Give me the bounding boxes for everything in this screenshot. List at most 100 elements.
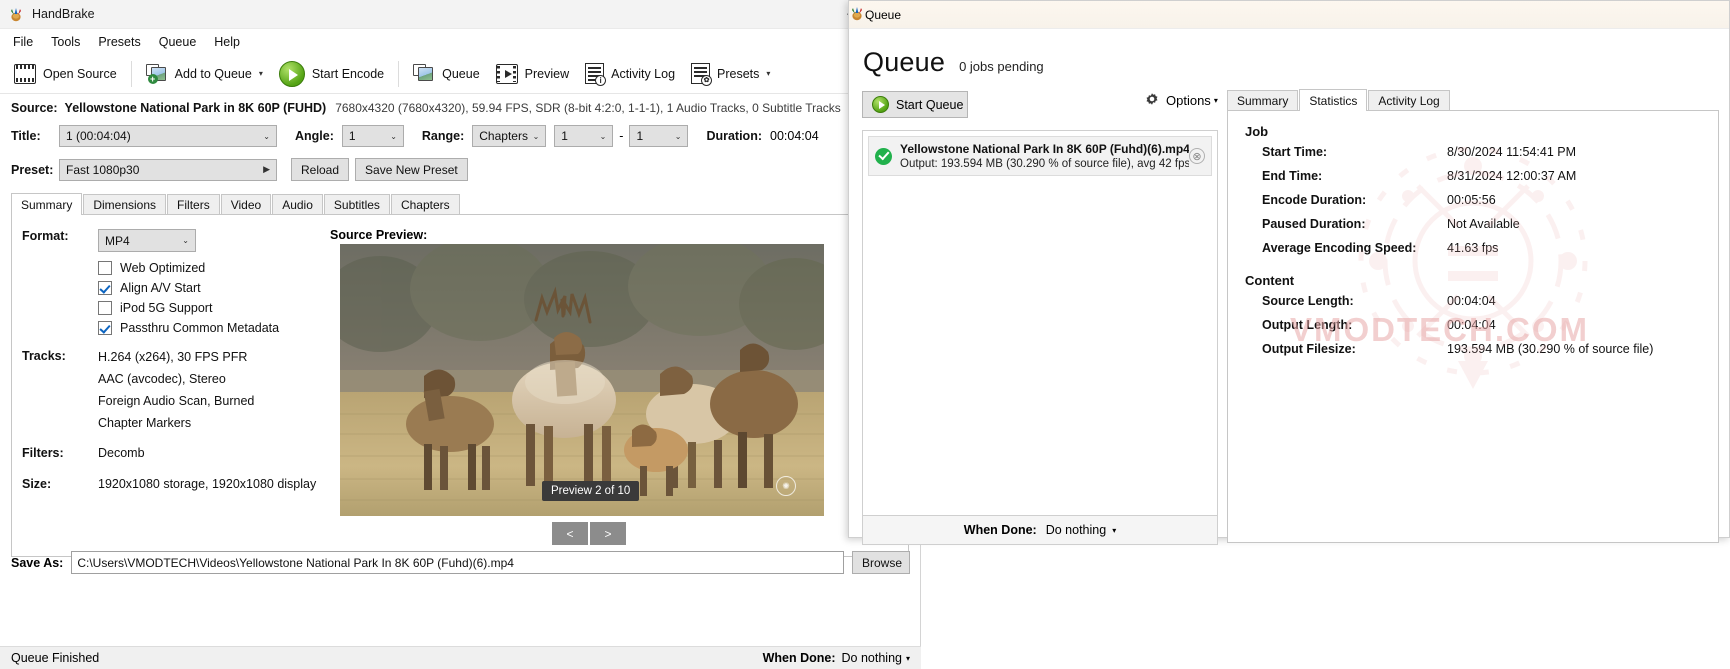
chevron-down-icon-status[interactable]: ▾ [906,654,910,663]
chevron-right-icon-preset: ▶ [263,164,270,174]
check-circle-icon [875,147,892,165]
queue-when-done-value[interactable]: Do nothing [1046,523,1106,537]
menu-queue[interactable]: Queue [150,32,206,52]
range-type-select[interactable]: Chapters ⌄ [472,125,547,147]
checkbox-box-align-av-start[interactable] [98,281,112,295]
handbrake-main-window: HandBrake — ❐ File Tools Presets Queue H… [0,0,921,669]
open-source-label: Open Source [43,66,117,81]
tab-dimensions[interactable]: Dimensions [83,194,167,215]
tracks-list: H.264 (x264), 30 FPS PFR AAC (avcodec), … [98,350,322,430]
checkbox-passthru-common-metadata[interactable]: Passthru Common Metadata [98,321,322,335]
checkbox-align-av-start[interactable]: Align A/V Start [98,281,322,295]
preset-select[interactable]: Fast 1080p30 ▶ [59,158,277,181]
presets-icon: ✿ [691,63,713,86]
range-dash: - [619,129,624,143]
range-label: Range: [421,129,465,143]
stat-row-end-time: End Time: 8/31/2024 12:00:37 AM [1262,169,1718,183]
format-row: Format: MP4 ⌄ [22,229,322,252]
stat-value: 8/31/2024 12:00:37 AM [1447,169,1577,183]
presets-button[interactable]: ✿ Presets ▾ [683,57,778,91]
queue-tab-summary[interactable]: Summary [1227,90,1299,111]
tab-chapters[interactable]: Chapters [390,194,460,215]
filters-value: Decomb [98,446,145,460]
stat-row-encode-duration: Encode Duration: 00:05:56 [1262,193,1718,207]
status-when-done-value[interactable]: Do nothing [842,651,902,665]
add-to-queue-button[interactable]: + Add to Queue ▾ [138,57,271,91]
stat-key: End Time: [1262,169,1323,183]
status-text: Queue Finished [11,651,100,665]
presets-label: Presets [717,66,760,81]
save-as-row: Save As: Browse [11,551,910,574]
queue-titlebar: Queue [849,1,1729,29]
queue-button[interactable]: Queue [405,57,488,91]
duration-label: Duration: [706,129,762,143]
size-value: 1920x1080 storage, 1920x1080 display [98,477,317,491]
stat-value: 00:04:04 [1447,318,1496,332]
play-icon [278,60,305,87]
queue-job-text: Yellowstone National Park In 8K 60P (Fuh… [900,142,1189,170]
stat-value: 8/30/2024 11:54:41 PM [1447,145,1577,159]
tab-video[interactable]: Video [220,194,272,215]
open-source-button[interactable]: Open Source [6,57,125,91]
checkbox-box-ipod-5g-support[interactable] [98,301,112,315]
start-queue-button[interactable]: Start Queue [862,91,968,118]
range-from-value: 1 [561,129,568,143]
tab-filters[interactable]: Filters [167,194,220,215]
angle-select[interactable]: 1 ⌄ [341,125,404,147]
menu-help[interactable]: Help [205,32,249,52]
preset-label: Preset: [11,162,54,177]
stat-value: 193.594 MB (30.290 % of source file) [1447,342,1654,356]
source-preview-label: Source Preview: [330,228,428,242]
activity-log-button[interactable]: i Activity Log [577,57,683,91]
chevron-down-icon[interactable]: ▾ [259,69,263,78]
toolbar-separator [130,60,132,87]
queue-tab-activity-log[interactable]: Activity Log [1368,90,1450,111]
stat-row-output-length: Output Length: 00:04:04 [1262,318,1718,332]
chevron-down-icon-when-done[interactable]: ▾ [1112,526,1116,535]
reload-button[interactable]: Reload [291,158,350,181]
checkbox-box-web-optimized[interactable] [98,261,112,275]
preview-button[interactable]: Preview [488,57,577,91]
queue-tab-statistics[interactable]: Statistics [1299,89,1368,111]
save-as-label: Save As: [11,555,64,570]
save-as-input[interactable] [71,551,844,574]
queue-icon [413,63,435,84]
tab-subtitles[interactable]: Subtitles [323,194,390,215]
menu-presets[interactable]: Presets [89,32,149,52]
tab-summary[interactable]: Summary [11,193,83,215]
range-to-value: 1 [636,129,644,143]
checkbox-box-passthru-common-metadata[interactable] [98,321,112,335]
queue-options-button[interactable]: Options ▾ [1144,92,1218,108]
save-new-preset-button[interactable]: Save New Preset [355,158,468,181]
preview-prev-button[interactable]: < [552,522,588,545]
queue-window: Queue Queue 0 jobs pending Start Queue O… [848,0,1730,545]
tab-audio[interactable]: Audio [272,194,323,215]
main-window-title: HandBrake [32,7,95,21]
queue-job-list[interactable]: Yellowstone National Park In 8K 60P (Fuh… [862,130,1218,516]
track-item: H.264 (x264), 30 FPS PFR [98,350,248,364]
chevron-down-icon-presets[interactable]: ▾ [766,69,770,78]
queue-when-done-label: When Done: [963,523,1037,537]
chevron-down-icon-from: ⌄ [599,131,607,141]
browse-button[interactable]: Browse [852,551,910,574]
menu-file[interactable]: File [4,32,42,52]
checkbox-web-optimized[interactable]: Web Optimized [98,261,322,275]
checkbox-ipod-5g-support[interactable]: iPod 5G Support [98,301,322,315]
title-select[interactable]: 1 (00:04:04) ⌄ [59,125,277,147]
angle-select-value: 1 [348,129,356,143]
preview-next-button[interactable]: > [590,522,626,545]
preset-select-value: Fast 1080p30 [66,162,140,177]
close-icon[interactable]: ⊗ [1189,148,1205,164]
range-to-select[interactable]: 1 ⌄ [629,125,689,147]
toolbar-separator-2 [398,60,400,87]
menu-tools[interactable]: Tools [42,32,89,52]
range-from-select[interactable]: 1 ⌄ [554,125,614,147]
stat-row-average-encoding-speed: Average Encoding Speed: 41.63 fps [1262,241,1718,255]
start-encode-button[interactable]: Start Encode [271,57,392,91]
queue-job-row[interactable]: Yellowstone National Park In 8K 60P (Fuh… [868,136,1212,176]
filters-label: Filters: [22,446,64,460]
format-select[interactable]: MP4 ⌄ [98,229,196,252]
handbrake-logo-icon [8,6,24,22]
chevron-down-icon-options: ▾ [1213,95,1218,105]
tracks-label: Tracks: [22,349,66,363]
